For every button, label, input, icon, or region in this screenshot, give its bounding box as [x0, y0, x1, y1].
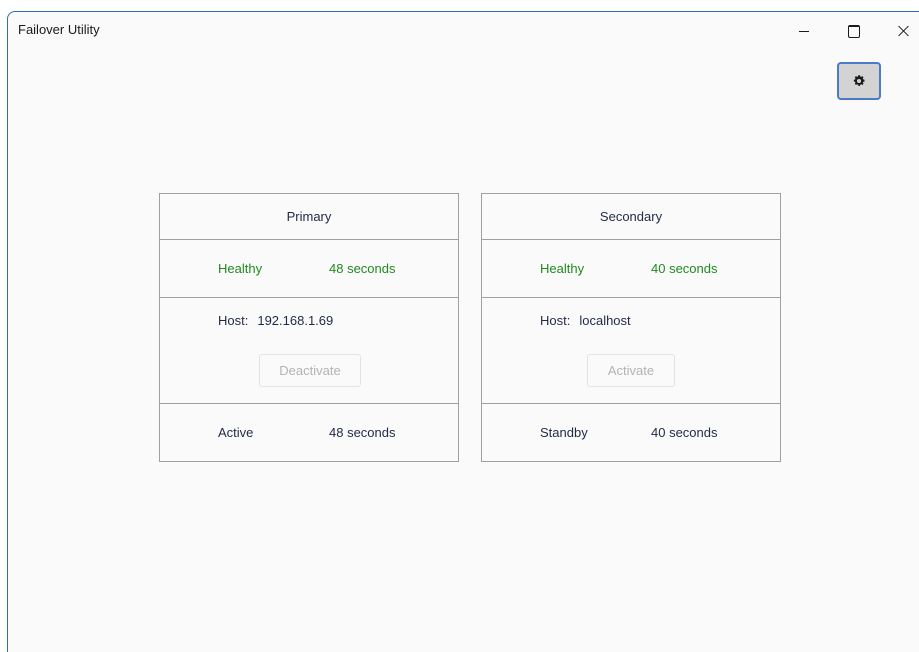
secondary-health-duration: 40 seconds — [651, 261, 718, 276]
secondary-state: Standby — [540, 425, 588, 440]
secondary-health-row: Healthy 40 seconds — [482, 240, 780, 298]
secondary-host: Host: localhost — [540, 313, 631, 328]
secondary-panel-title: Secondary — [482, 194, 780, 240]
maximize-icon — [848, 24, 860, 38]
primary-host-section: Host: 192.168.1.69 Deactivate — [160, 298, 458, 404]
minimize-icon — [799, 30, 809, 32]
secondary-panel: Secondary Healthy 40 seconds Host: localh… — [481, 193, 781, 462]
title-bar: Failover Utility — [8, 12, 919, 50]
activate-button[interactable]: Activate — [587, 354, 675, 387]
primary-health-row: Healthy 48 seconds — [160, 240, 458, 298]
secondary-state-row: Standby 40 seconds — [482, 404, 780, 461]
primary-host-value: 192.168.1.69 — [257, 313, 334, 328]
secondary-host-section: Host: localhost Activate — [482, 298, 780, 404]
app-window: Failover Utility Primary Healthy 48 seco… — [7, 11, 919, 652]
close-icon — [898, 25, 910, 37]
settings-button[interactable] — [837, 62, 881, 100]
secondary-state-duration: 40 seconds — [651, 425, 718, 440]
primary-state-duration: 48 seconds — [329, 425, 396, 440]
secondary-health-status: Healthy — [540, 261, 585, 276]
secondary-host-value: localhost — [579, 313, 631, 328]
primary-panel-title: Primary — [160, 194, 458, 240]
deactivate-button[interactable]: Deactivate — [259, 354, 361, 387]
primary-host-label: Host: — [218, 313, 249, 328]
primary-state-row: Active 48 seconds — [160, 404, 458, 461]
primary-health-duration: 48 seconds — [329, 261, 396, 276]
primary-health-status: Healthy — [218, 261, 263, 276]
primary-host: Host: 192.168.1.69 — [218, 313, 333, 328]
minimize-button[interactable] — [784, 16, 824, 46]
secondary-host-label: Host: — [540, 313, 571, 328]
maximize-button[interactable] — [834, 16, 874, 46]
window-title: Failover Utility — [18, 22, 100, 37]
gear-icon — [853, 75, 865, 86]
primary-state: Active — [218, 425, 254, 440]
primary-panel: Primary Healthy 48 seconds Host: 192.168.… — [159, 193, 459, 462]
close-button[interactable] — [884, 16, 919, 46]
